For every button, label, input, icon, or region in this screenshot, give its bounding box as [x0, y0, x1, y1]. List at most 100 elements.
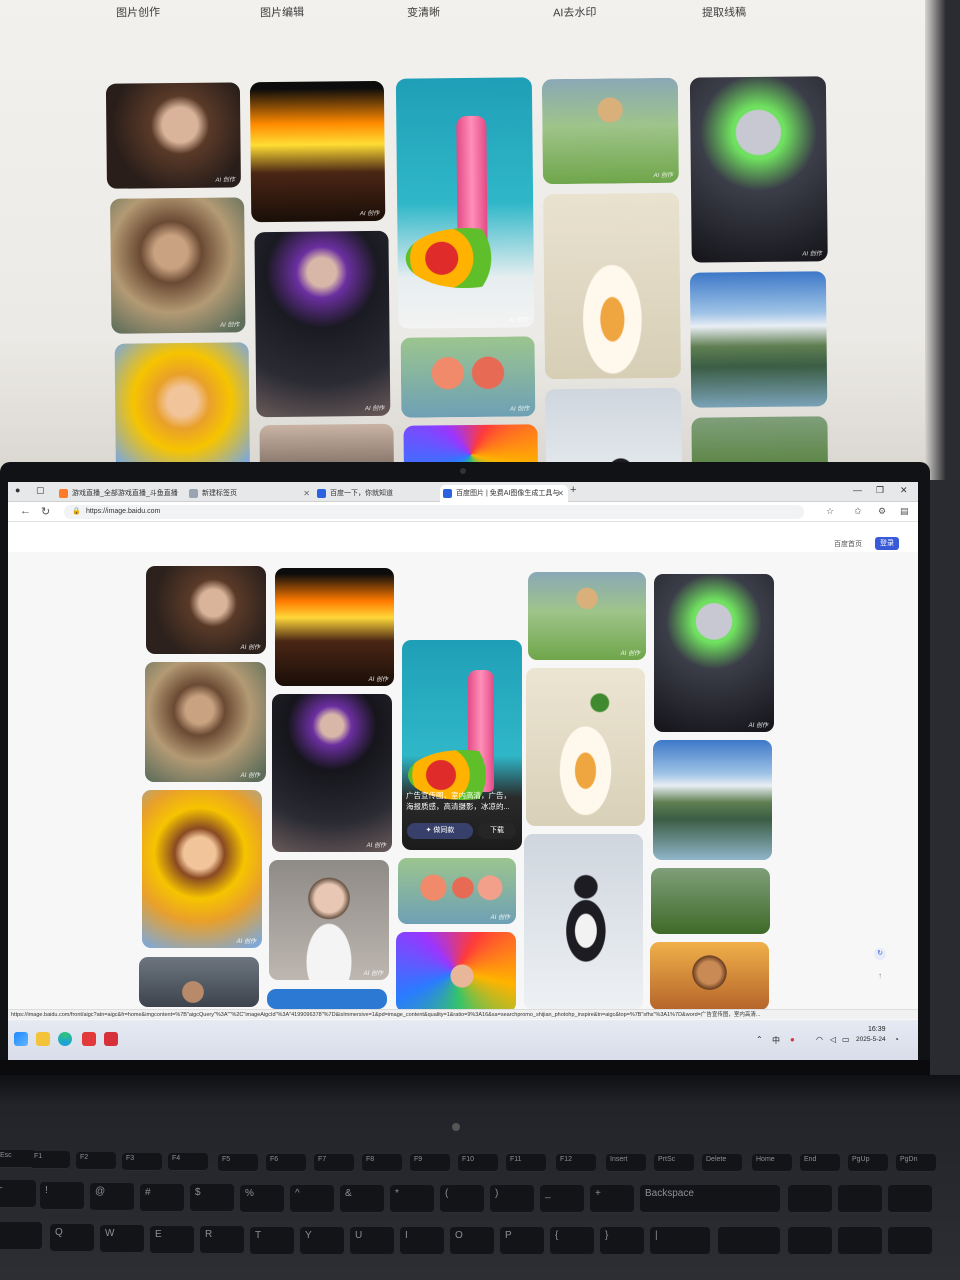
back-to-top-button[interactable]: ↑: [874, 970, 886, 982]
sidebar-icon[interactable]: ▤: [900, 506, 909, 517]
key-4[interactable]: $: [190, 1184, 234, 1212]
key-num-7[interactable]: [788, 1227, 832, 1255]
key-u[interactable]: U: [350, 1227, 394, 1255]
key-pipe[interactable]: |: [650, 1227, 710, 1255]
key-f9[interactable]: F9: [410, 1154, 450, 1172]
tab-new[interactable]: 新建标签页 ✕: [186, 485, 314, 502]
monitor-tab-extract-lines[interactable]: 提取线稿: [702, 4, 746, 21]
tab-actions-icon[interactable]: ▢: [36, 485, 45, 496]
close-icon[interactable]: ✕: [557, 485, 564, 502]
key-e[interactable]: E: [150, 1226, 194, 1254]
gallery-image-blue-partial[interactable]: [267, 989, 387, 1009]
gallery-image-bride-necklace[interactable]: AI 创作: [269, 860, 389, 980]
key-f12[interactable]: F12: [556, 1154, 596, 1172]
key-f6[interactable]: F6: [266, 1154, 306, 1172]
key-delete[interactable]: Delete: [702, 1154, 742, 1172]
login-button[interactable]: 登录: [875, 537, 899, 550]
key-f4[interactable]: F4: [168, 1153, 208, 1171]
key-minus[interactable]: _: [540, 1185, 584, 1213]
monitor-image-dog-running[interactable]: AI 创作: [541, 77, 679, 185]
key-0[interactable]: ): [490, 1185, 534, 1213]
gallery-image-man-stadium[interactable]: [139, 957, 259, 1007]
tab-douyu[interactable]: 游戏直播_全部游戏直播_斗鱼直播: [56, 485, 184, 502]
key-backspace[interactable]: Backspace: [640, 1185, 780, 1213]
key-num-star[interactable]: [888, 1185, 932, 1213]
key-p[interactable]: P: [500, 1227, 544, 1255]
gallery-image-peaches[interactable]: AI 创作: [398, 858, 516, 924]
gallery-image-colorful-hair-woman[interactable]: [396, 932, 516, 1012]
key-f10[interactable]: F10: [458, 1154, 498, 1172]
restore-button[interactable]: ❐: [876, 485, 884, 496]
monitor-tab-edit[interactable]: 图片编辑: [260, 4, 304, 21]
gallery-image-pink-drink[interactable]: 广告宣传图，室内高清，广告，海报质感，高清摄影，冰凉的... ✦ 做同款 下载: [402, 640, 522, 850]
profile-icon[interactable]: ●: [15, 485, 20, 495]
key-num-9[interactable]: [888, 1227, 932, 1255]
star-icon[interactable]: ☆: [826, 506, 834, 517]
key-7[interactable]: &: [340, 1185, 384, 1213]
key-pgdn[interactable]: PgDn: [896, 1154, 936, 1172]
monitor-image-cat-girl-figure[interactable]: AI 创作: [689, 76, 828, 263]
key-num-slash[interactable]: [838, 1185, 882, 1213]
refresh-gallery-button[interactable]: ↻: [874, 948, 886, 960]
key-3[interactable]: #: [140, 1184, 184, 1212]
gallery-image-sunflower-girl[interactable]: AI 创作: [142, 790, 262, 948]
gallery-image-mountain-river[interactable]: [653, 740, 772, 860]
ime-indicator[interactable]: 中: [772, 1035, 780, 1046]
key-f1[interactable]: F1: [30, 1151, 70, 1169]
key-numlock[interactable]: [788, 1185, 832, 1213]
key-f11[interactable]: F11: [506, 1154, 546, 1172]
key-q[interactable]: Q: [50, 1224, 94, 1252]
gallery-image-fire-log[interactable]: AI 创作: [275, 568, 394, 686]
gallery-image-penguin[interactable]: [524, 834, 643, 1010]
key-left-brace[interactable]: {: [550, 1227, 594, 1255]
key-r[interactable]: R: [200, 1226, 244, 1254]
extensions-icon[interactable]: ⚙: [878, 506, 886, 517]
gallery-image-woman-bar[interactable]: AI 创作: [146, 566, 266, 654]
baidu-home-link[interactable]: 百度首页: [834, 539, 862, 549]
monitor-image-sunflower-girl[interactable]: [114, 342, 250, 474]
monitor-image-woman-bar[interactable]: AI 创作: [105, 82, 241, 189]
download-button[interactable]: 下载: [478, 823, 516, 839]
gallery-image-queen[interactable]: AI 创作: [145, 662, 266, 782]
key-y[interactable]: Y: [300, 1227, 344, 1255]
key-f8[interactable]: F8: [362, 1154, 402, 1172]
gallery-image-man-sunset[interactable]: [650, 942, 769, 1010]
key-end[interactable]: End: [800, 1154, 840, 1172]
gallery-image-dog-running[interactable]: AI 创作: [528, 572, 646, 660]
key-6[interactable]: ^: [290, 1185, 334, 1213]
key-f3[interactable]: F3: [122, 1153, 162, 1171]
tab-baidu-search[interactable]: 百度一下，你就知道: [314, 485, 440, 502]
key-tilde[interactable]: ~: [0, 1180, 36, 1208]
key-w[interactable]: W: [100, 1225, 144, 1253]
wps-icon[interactable]: [104, 1032, 118, 1046]
key-home[interactable]: Home: [752, 1154, 792, 1172]
gallery-image-breakfast-plate[interactable]: [526, 668, 645, 826]
battery-icon[interactable]: ▭: [842, 1035, 850, 1044]
key-1[interactable]: !: [40, 1182, 84, 1210]
wifi-icon[interactable]: ◠: [816, 1035, 823, 1044]
windows-start-icon[interactable]: [14, 1032, 28, 1046]
minimize-button[interactable]: —: [853, 485, 862, 495]
monitor-image-latex-woman[interactable]: AI 创作: [254, 230, 391, 418]
new-tab-button[interactable]: +: [570, 484, 576, 496]
gallery-image-latex-woman[interactable]: AI 创作: [272, 694, 392, 852]
monitor-image-queen[interactable]: AI 创作: [110, 197, 246, 334]
monitor-tab-remove-watermark[interactable]: AI去水印: [553, 4, 597, 21]
key-num-8[interactable]: [838, 1227, 882, 1255]
url-field[interactable]: 🔒 https://image.baidu.com: [64, 505, 804, 519]
folder-icon[interactable]: [36, 1032, 50, 1046]
key-f2[interactable]: F2: [76, 1152, 116, 1170]
make-similar-button[interactable]: ✦ 做同款: [407, 823, 473, 839]
key-t[interactable]: T: [250, 1227, 294, 1255]
gallery-image-grass[interactable]: [651, 868, 770, 934]
tab-baidu-image[interactable]: 百度图片 | 免费AI图像生成工具与 ✕: [440, 485, 568, 502]
key-8[interactable]: *: [390, 1185, 434, 1213]
clock-time[interactable]: 16:39: [868, 1026, 886, 1033]
monitor-image-pink-drink[interactable]: AI 创作: [395, 77, 535, 329]
key-insert[interactable]: Insert: [606, 1154, 646, 1172]
key-pgup[interactable]: PgUp: [848, 1154, 888, 1172]
volume-icon[interactable]: ◁: [830, 1035, 836, 1044]
key-f7[interactable]: F7: [314, 1154, 354, 1172]
key-o[interactable]: O: [450, 1227, 494, 1255]
key-9[interactable]: (: [440, 1185, 484, 1213]
